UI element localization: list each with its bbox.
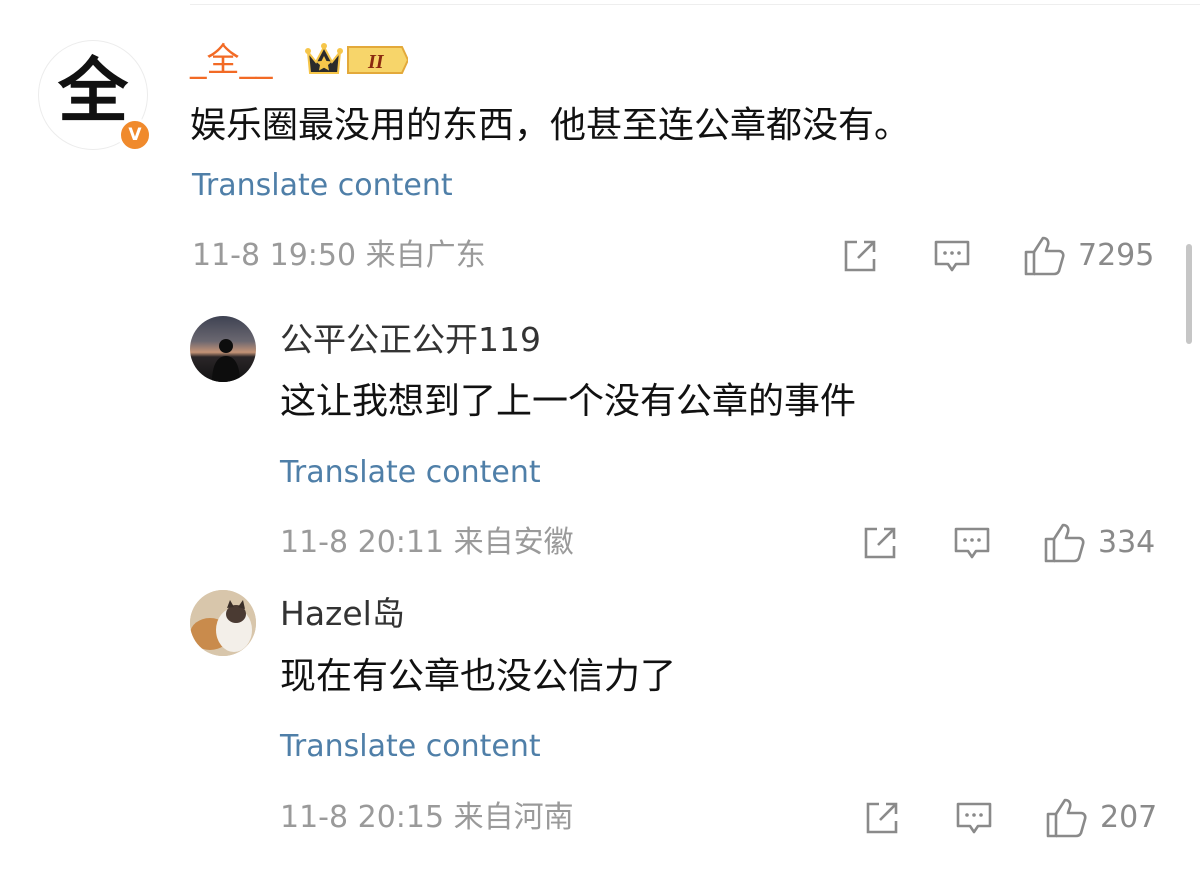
- scrollbar[interactable]: [1186, 244, 1192, 344]
- comment-text: 娱乐圈最没用的东西，他甚至连公章都没有。: [190, 105, 911, 146]
- timestamp: 11-8 20:15 来自河南: [280, 800, 574, 835]
- share-icon[interactable]: [860, 523, 900, 563]
- person-silhouette-icon: [212, 339, 240, 382]
- like-count: 207: [1100, 800, 1158, 835]
- thumbs-up-icon: [1044, 523, 1085, 563]
- crown-level-text: II: [367, 51, 385, 73]
- timestamp: 11-8 20:11 来自安徽: [280, 525, 574, 560]
- cat-photo-icon: [190, 590, 256, 656]
- avatar[interactable]: [190, 590, 256, 656]
- comment-text: 这让我想到了上一个没有公章的事件: [280, 381, 857, 422]
- translate-link[interactable]: Translate content: [280, 729, 541, 765]
- username[interactable]: Hazel岛: [280, 594, 405, 634]
- translate-link[interactable]: Translate content: [192, 168, 453, 204]
- thumbs-up-icon: [1046, 798, 1087, 838]
- like-count: 334: [1098, 525, 1156, 560]
- comment-icon[interactable]: [952, 523, 992, 563]
- like-button[interactable]: 7295: [1022, 234, 1154, 278]
- top-divider: [190, 4, 1200, 5]
- like-count: 7295: [1078, 238, 1155, 273]
- crown-icon[interactable]: II: [304, 42, 408, 78]
- share-icon[interactable]: [862, 798, 902, 838]
- like-button[interactable]: 207: [1044, 796, 1157, 840]
- avatar[interactable]: [190, 316, 256, 382]
- comment-icon[interactable]: [954, 798, 994, 838]
- username[interactable]: 公平公正公开119: [280, 320, 541, 360]
- comment-icon[interactable]: [932, 236, 972, 276]
- share-icon[interactable]: [840, 236, 880, 276]
- translate-link[interactable]: Translate content: [280, 455, 541, 491]
- like-button[interactable]: 334: [1042, 521, 1155, 565]
- comment-text: 现在有公章也没公信力了: [280, 656, 677, 697]
- thumbs-up-icon: [1024, 236, 1065, 276]
- timestamp: 11-8 19:50 来自广东: [192, 238, 486, 273]
- verified-icon: V: [118, 118, 152, 152]
- username[interactable]: _全__: [190, 40, 273, 80]
